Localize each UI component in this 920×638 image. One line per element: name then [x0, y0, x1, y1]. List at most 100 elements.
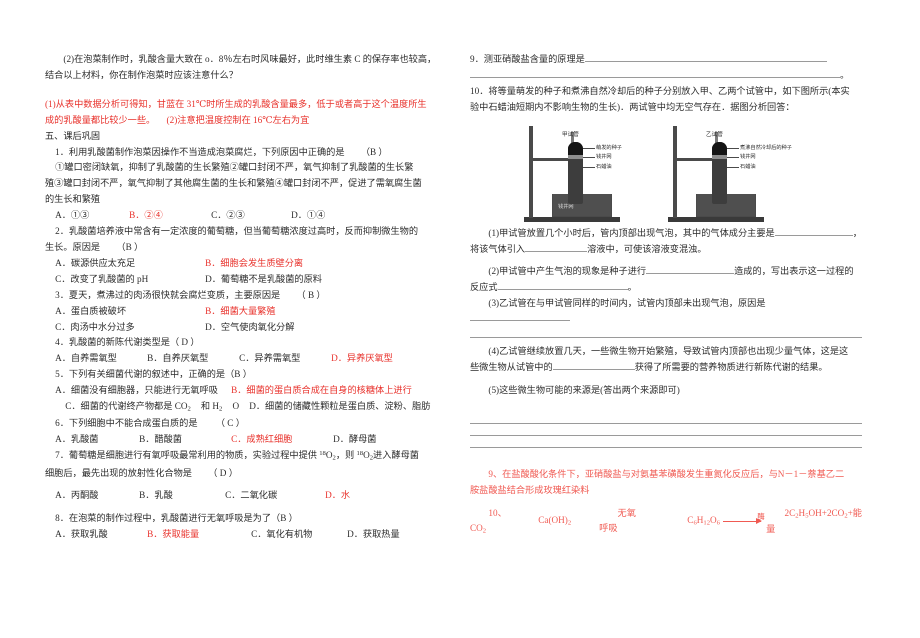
q4-option-c[interactable]: C．异养需氧型: [229, 351, 321, 366]
q4-option-a[interactable]: A．自养需氧型: [45, 351, 137, 366]
answer10-chem2: Ca(OH)2: [520, 513, 571, 529]
answer10-row: 10、CO2 Ca(OH)2 无氧呼吸 C6H12O6 酶 2C2H5OH+2C…: [470, 506, 862, 537]
q1-option-b[interactable]: B．②④: [119, 208, 201, 223]
q6-option-c[interactable]: C．成熟红细胞: [221, 432, 323, 447]
q10-sub1-blank-1[interactable]: [774, 226, 853, 236]
q5-option-d[interactable]: D．细菌的储藏性颗粒是蛋白质、淀粉、脂肪: [239, 399, 430, 415]
leader-line-a1: [583, 147, 595, 149]
q10-sub1-blank-2[interactable]: [525, 242, 588, 252]
q5-option-a[interactable]: A．细菌没有细胞器，只能进行无氧呼吸: [45, 383, 221, 398]
q3-options-row2: C．肉汤中水分过多 D．空气使肉氧化分解: [45, 320, 437, 335]
q6-answer-mark: （ C ）: [215, 418, 245, 429]
answer10-reactant-sub3: 6: [716, 519, 720, 527]
q10-sub4-blank-1[interactable]: [552, 360, 635, 370]
q4-option-b[interactable]: B．自养厌氧型: [137, 351, 229, 366]
answer10-prefix-sub: 2: [482, 527, 487, 535]
q10-sub4-line2: 些微生物从试管中的 获得了所需要的营养物质进行新陈代谢的结果。: [470, 360, 862, 375]
q1-option-d[interactable]: D．①④: [281, 208, 325, 223]
q5-option-c-mid: 和 H: [200, 401, 220, 412]
q8-option-c[interactable]: C．氧化有机物: [241, 527, 337, 542]
q2-stem-b-text: 生长。原因是: [45, 241, 101, 252]
q10-sub2-blank-2[interactable]: [497, 281, 628, 291]
q7-option-d[interactable]: D．水: [315, 488, 350, 503]
q10-sub3-blank-1[interactable]: [470, 311, 570, 322]
q10-sub3-text1: (3)乙试管在与甲试管同样的时间内，试管内顶部未出现气泡，原因是: [488, 298, 766, 309]
tube-b-title: 乙试管: [706, 131, 723, 138]
q2-option-d[interactable]: D．葡萄糖不是乳酸菌的原料: [195, 272, 322, 287]
q6-option-a[interactable]: A．乳酸菌: [45, 432, 129, 447]
q9-blank-2[interactable]: [470, 68, 840, 78]
q10-sub2-text3: 反应式: [470, 282, 498, 293]
q10-sub2-line2: 反应式 。: [470, 280, 862, 295]
leader-line-b3: [727, 166, 739, 168]
q10-sub1-text1: (1)甲试管放置几个小时后，管内顶部出现气泡，其中的气体成分主要是: [488, 227, 775, 238]
q8-option-b[interactable]: B．获取能量: [137, 527, 241, 542]
q4-stem: 4．乳酸菌的新陈代谢类型是（ D ）: [55, 337, 200, 348]
q5-option-c[interactable]: C．细菌的代谢终产物都是 CO2 和 H2 O: [45, 399, 239, 415]
q7-option-a[interactable]: A．丙酮酸: [45, 488, 129, 503]
q7-stem-line2-text: 细胞后，最先出现的放射性化合物是: [45, 467, 192, 478]
q1-option-a[interactable]: A．①③: [45, 208, 119, 223]
q6-option-d[interactable]: D．酵母菌: [323, 432, 376, 447]
q7-option-b[interactable]: B．乳酸: [129, 488, 215, 503]
tube-a-title: 甲试管: [562, 131, 579, 138]
q2-option-c[interactable]: C．改变了乳酸菌的 pH: [45, 272, 195, 287]
answer10-reactant-o: O: [710, 515, 717, 526]
q3-stem: 3．夏天，煮沸过的肉汤很快就会腐烂变质，主要原因是 （ B ）: [45, 288, 437, 303]
q7-iso1-body: O: [325, 450, 333, 461]
q10-sub4-text1: 些微生物从试管中的: [470, 361, 553, 372]
q8-options: A．获取乳酸 B．获取能量 C．氧化有机物 D．获取热量: [45, 527, 437, 542]
q2-option-b[interactable]: B．细胞会发生质壁分离: [195, 256, 303, 271]
q10-sub5-answer-rule-3[interactable]: [470, 446, 862, 448]
q5-stem: 5．下列有关细菌代谢的叙述中，正确的是（B ）: [55, 369, 252, 380]
q7-stem-pre: 7．葡萄糖是细胞进行有氧呼吸最常利用的物质，实验过程中提供: [55, 450, 320, 461]
answer10-mode: 无氧呼吸: [599, 508, 636, 534]
q8-option-d[interactable]: D．获取热量: [337, 527, 400, 542]
q3-option-b[interactable]: B．细菌大量繁殖: [195, 304, 275, 319]
q9-stem-text: 9．测亚硝酸盐含量的原理是: [470, 54, 585, 64]
beaker-label-a: 钱井网: [558, 204, 574, 211]
q2-option-a[interactable]: A．碳源供应太充足: [45, 256, 195, 271]
answer10-chem2-sub: 2: [567, 519, 572, 527]
answer10-product1-oh: OH+2CO: [808, 507, 845, 518]
q3-option-c[interactable]: C．肉汤中水分过多: [45, 320, 195, 335]
q7-iso2-body: O: [363, 450, 370, 461]
q1-stem-text: 1．利用乳酸菌制作泡菜因操作不当造成泡菜腐烂，下列原因中正确的是: [55, 146, 345, 157]
q8-option-a[interactable]: A．获取乳酸: [45, 527, 137, 542]
q10-sub2-text2: 造成的，写出表示这一过程的: [734, 266, 854, 277]
answer10-reactant: C6H12O6: [669, 513, 720, 529]
answer-red-line2: 成的乳酸量都比较少一些。 (2)注意把温度控制在 16℃左右为宜: [45, 113, 437, 128]
q6-option-b[interactable]: B．醋酸菌: [129, 432, 221, 447]
section-title: 五、课后巩固: [45, 130, 101, 141]
q10-stem-line1: 10．将等量萌发的种子和煮沸自然冷却后的种子分别放入甲、乙两个试管中，如下图所示…: [470, 85, 850, 96]
q7-option-c[interactable]: C．二氧化碳: [215, 488, 315, 503]
q6-stem: 6．下列细胞中不能合成蛋白质的是 （ C ）: [45, 416, 437, 431]
answer10-prefix-text: 10、CO: [470, 507, 507, 533]
leader-line-a3: [583, 166, 595, 168]
q10-sub3-answer-rule[interactable]: [470, 337, 862, 339]
q1-answer-mark: （B ）: [360, 146, 388, 157]
q10-sub2-blank-1[interactable]: [646, 265, 735, 275]
leader-line-a2: [583, 156, 595, 158]
q3-option-a[interactable]: A．蛋白质被破坏: [45, 304, 195, 319]
answer10-chem2-text: Ca(OH): [538, 515, 568, 526]
q4-option-d[interactable]: D．异养厌氧型: [321, 351, 393, 366]
q3-option-d[interactable]: D．空气使肉氧化分解: [195, 320, 294, 335]
stand-post-a: [529, 125, 533, 218]
tube-b-label-3: 石蜡油: [740, 163, 756, 170]
q2-stem-line2: 结合以上材料，你在制作泡菜时应该注意什么？: [45, 69, 238, 80]
q9-blank-1[interactable]: [584, 52, 827, 62]
tube-a-label-3: 石蜡油: [596, 163, 612, 170]
q3-stem-text: 3．夏天，煮沸过的肉汤很快就会腐烂变质，主要原因是: [55, 289, 281, 300]
q5-option-b[interactable]: B．细菌的蛋白质合成在自身的核糖体上进行: [221, 383, 412, 398]
q1-option-c[interactable]: C．②③: [201, 208, 281, 223]
tube-a-label-2: 钱井网: [596, 153, 612, 160]
answer-red-line2b: (2)注意把温度控制在 16℃左右为宜: [166, 114, 310, 125]
answer10-products: 2C2H5OH+2CO2+能量: [766, 506, 862, 537]
q2-answer-mark: （B ）: [116, 241, 144, 252]
reaction-arrow-icon: 酶: [722, 512, 765, 524]
q7-stem-line2: 细胞后，最先出现的放射性化合物是 （ D ）: [45, 466, 437, 481]
q10-sub5-answer-rule-2[interactable]: [470, 434, 862, 436]
left-column: (2)在泡菜制作时，乳酸含量大致在 o．8％左右时风味最好，此时维生素 C 的保…: [45, 52, 437, 543]
q10-sub5-answer-rule-1[interactable]: [470, 422, 862, 424]
